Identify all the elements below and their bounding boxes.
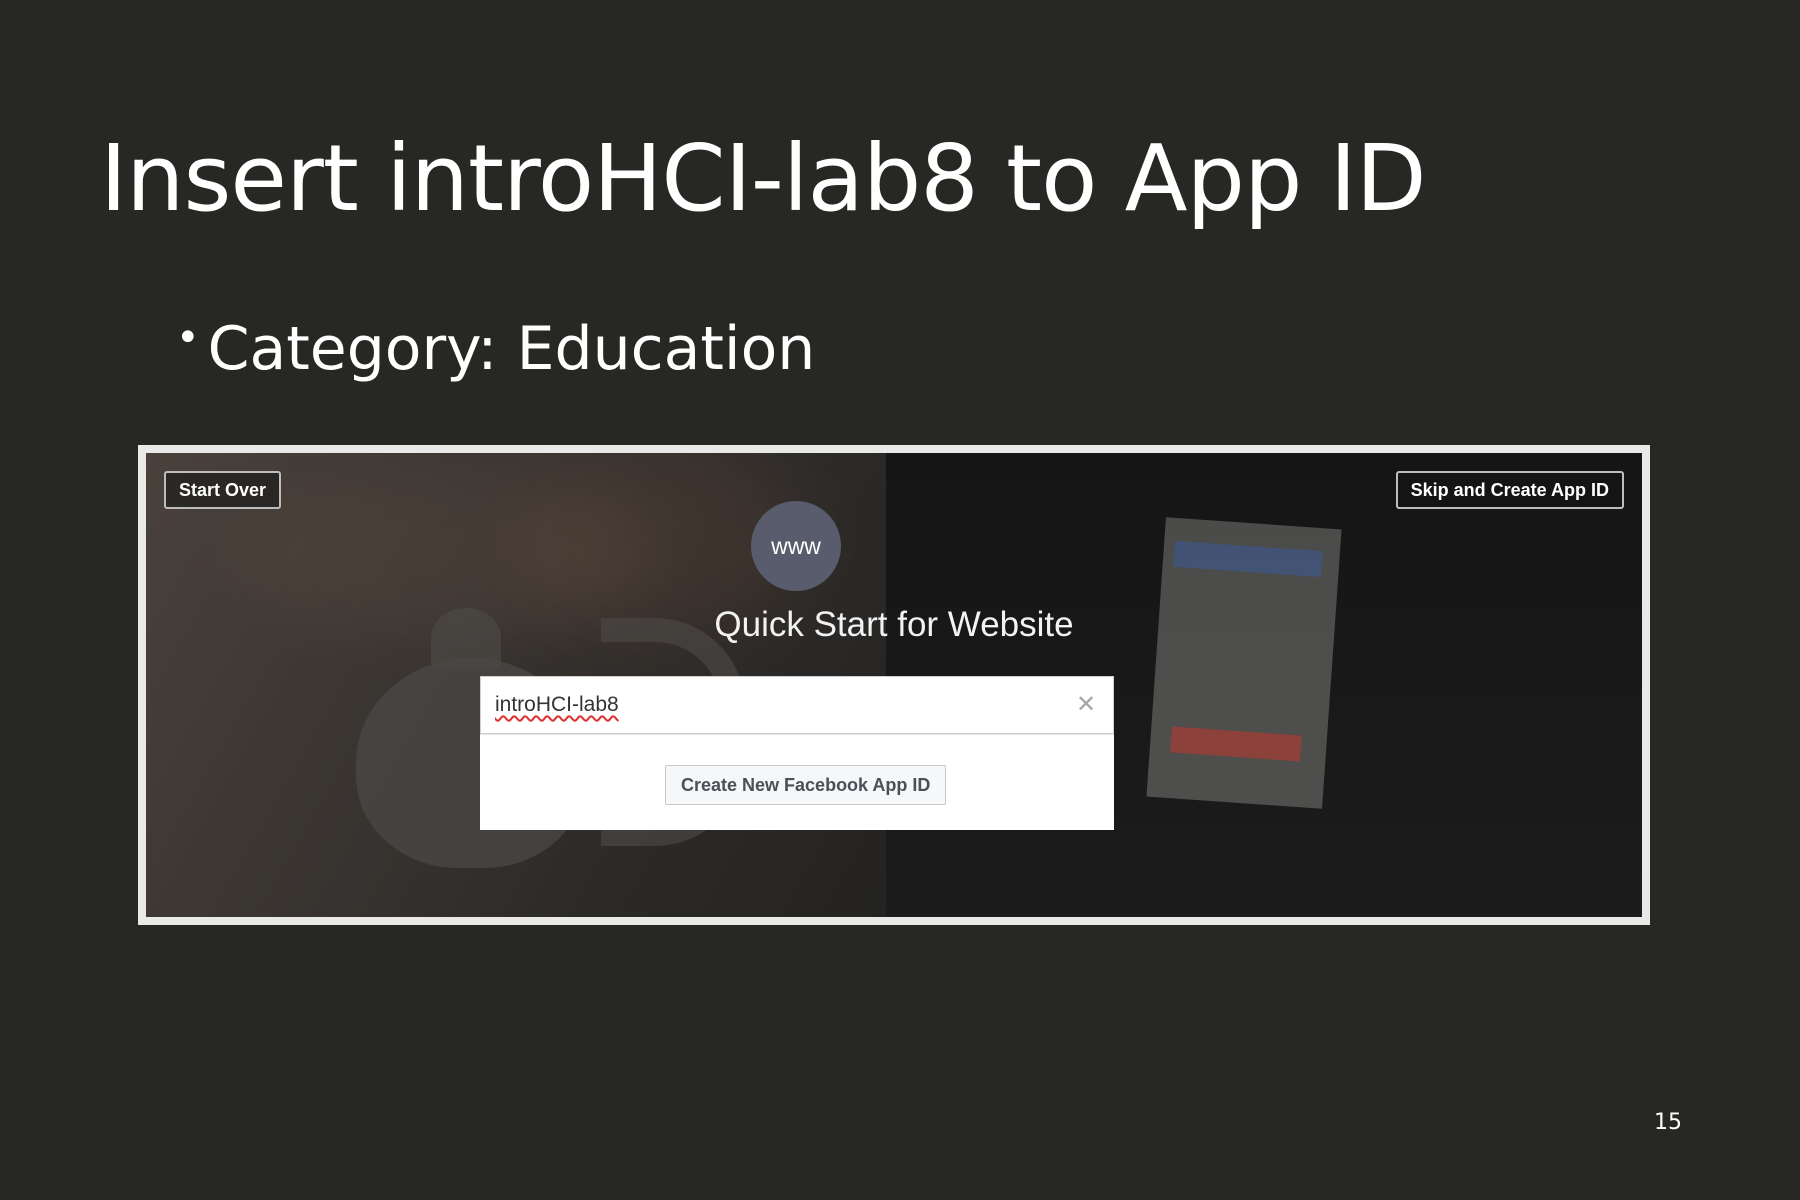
quick-start-panel: Start Over Skip and Create App ID www Qu… xyxy=(146,453,1642,917)
bullet-item: • Category: Education xyxy=(176,316,815,382)
suggestion-dropdown: Create New Facebook App ID xyxy=(480,734,1114,830)
embedded-screenshot: Start Over Skip and Create App ID www Qu… xyxy=(138,445,1650,925)
app-name-input-box: ✕ xyxy=(480,676,1114,734)
slide-title: Insert introHCI-lab8 to App ID xyxy=(100,125,1427,232)
skip-create-app-id-button[interactable]: Skip and Create App ID xyxy=(1395,471,1624,509)
close-icon[interactable]: ✕ xyxy=(1073,691,1099,717)
quick-start-heading: Quick Start for Website xyxy=(714,605,1074,644)
page-number: 15 xyxy=(1654,1110,1682,1135)
start-over-button[interactable]: Start Over xyxy=(164,471,282,509)
create-new-app-id-button[interactable]: Create New Facebook App ID xyxy=(665,765,947,805)
bullet-dot: • xyxy=(176,315,200,361)
bullet-text: Category: Education xyxy=(207,314,816,384)
www-icon: www xyxy=(751,501,841,591)
app-name-input[interactable] xyxy=(495,677,1055,733)
